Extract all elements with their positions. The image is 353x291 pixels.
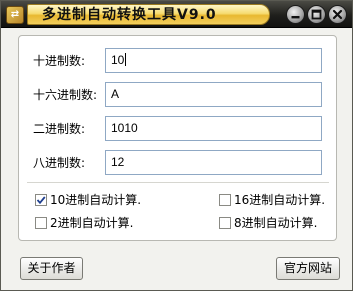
auto-oct-checkbox[interactable] [219, 217, 231, 229]
decimal-value: 10 [111, 53, 125, 67]
divider [27, 182, 329, 183]
about-author-button[interactable]: 关于作者 [20, 257, 83, 280]
close-button[interactable] [328, 5, 347, 24]
maximize-button[interactable] [307, 5, 326, 24]
auto-dec-checkbox[interactable] [35, 194, 47, 206]
auto-oct-option[interactable]: 8进制自动计算. [219, 216, 339, 232]
auto-hex-option[interactable]: 16进制自动计算. [219, 193, 339, 209]
auto-oct-label: 8进制自动计算. [234, 216, 318, 230]
official-website-button[interactable]: 官方网站 [276, 257, 340, 280]
binary-label: 二进制数: [33, 122, 86, 136]
close-icon [332, 9, 343, 20]
minimize-button[interactable] [286, 5, 305, 24]
hex-value: A [111, 87, 120, 101]
text-caret [125, 53, 127, 66]
window-title: 多进制自动转换工具V9.0 [42, 7, 217, 23]
app-icon: ⇄ [6, 6, 24, 24]
octal-input[interactable]: 12 [105, 150, 322, 175]
binary-input[interactable]: 1010 [105, 116, 322, 141]
checkmark-icon [36, 196, 46, 205]
auto-bin-label: 2进制自动计算. [50, 216, 134, 230]
auto-dec-label: 10进制自动计算. [50, 193, 142, 207]
auto-dec-option[interactable]: 10进制自动计算. [35, 193, 170, 209]
title-plate: 多进制自动转换工具V9.0 [27, 4, 270, 25]
minimize-icon [291, 16, 300, 19]
decimal-input[interactable]: 10 [105, 48, 322, 73]
decimal-label: 十进制数: [33, 54, 86, 68]
auto-hex-label: 16进制自动计算. [234, 193, 326, 207]
hex-label: 十六进制数: [33, 88, 98, 102]
octal-value: 12 [111, 155, 125, 169]
auto-bin-option[interactable]: 2进制自动计算. [35, 216, 170, 232]
octal-label: 八进制数: [33, 156, 86, 170]
title-bar[interactable]: ⇄ 多进制自动转换工具V9.0 [1, 1, 352, 28]
app-window: ⇄ 多进制自动转换工具V9.0 十进制数: 10 十六进制数: A 二进制数: … [0, 0, 353, 291]
binary-value: 1010 [111, 121, 138, 135]
auto-hex-checkbox[interactable] [219, 194, 231, 206]
auto-bin-checkbox[interactable] [35, 217, 47, 229]
maximize-icon [311, 9, 322, 20]
hex-input[interactable]: A [105, 82, 322, 107]
